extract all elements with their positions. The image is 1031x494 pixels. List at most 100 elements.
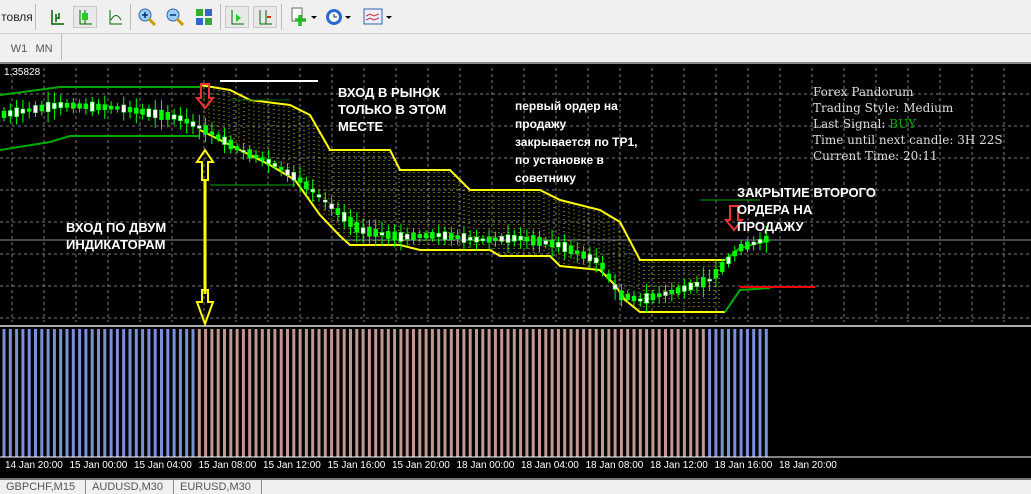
candlestick-icon[interactable] bbox=[73, 6, 97, 28]
candle-body bbox=[190, 121, 196, 127]
timeframe-w1[interactable]: W1 bbox=[8, 38, 30, 60]
tab-audusd[interactable]: AUDUSD,M30 bbox=[86, 480, 174, 494]
candle-body bbox=[694, 281, 700, 287]
timeframe-mn[interactable]: MN bbox=[33, 38, 55, 60]
time-label: 18 Jan 16:00 bbox=[714, 460, 773, 471]
candle-body bbox=[404, 233, 410, 240]
histogram-bar bbox=[727, 329, 730, 457]
histogram-bar bbox=[670, 329, 674, 457]
histogram-bar bbox=[701, 329, 705, 457]
histogram-bar bbox=[84, 329, 88, 457]
price-chart[interactable]: 1.35828 Forex Pandorum Trading Style: Me… bbox=[0, 62, 1031, 478]
chart-shift-icon[interactable] bbox=[225, 6, 249, 28]
candle-body bbox=[493, 237, 498, 241]
down-arrow-icon bbox=[195, 289, 215, 327]
histogram-bar bbox=[380, 329, 384, 457]
candle-body bbox=[701, 277, 706, 288]
candle-body bbox=[146, 108, 152, 118]
candle-body bbox=[33, 105, 38, 114]
bar-chart-icon[interactable] bbox=[45, 6, 69, 28]
candle-body bbox=[656, 293, 662, 298]
tab-eurusd[interactable]: EURUSD,M30 bbox=[174, 480, 262, 494]
toolbar-left-label[interactable]: товля bbox=[0, 6, 34, 28]
time-label: 18 Jan 00:00 bbox=[456, 460, 515, 471]
info-title: Forex Pandorum bbox=[813, 85, 914, 99]
candle-body bbox=[58, 102, 63, 108]
candle-body bbox=[89, 101, 95, 112]
histogram-bar bbox=[191, 329, 195, 457]
tab-gbpchf[interactable]: GBPCHF,M15 bbox=[0, 480, 87, 494]
histogram-bar bbox=[399, 329, 403, 457]
tile-windows-icon[interactable] bbox=[192, 6, 216, 28]
candle-body bbox=[335, 208, 341, 215]
add-indicator-icon[interactable] bbox=[288, 6, 320, 28]
histogram-bar bbox=[122, 329, 126, 457]
candle-body bbox=[587, 254, 593, 262]
histogram-bar bbox=[475, 329, 478, 457]
histogram-bar bbox=[304, 329, 308, 457]
candle-body bbox=[304, 181, 309, 190]
histogram-bar bbox=[531, 329, 535, 457]
histogram-bar bbox=[160, 329, 163, 457]
candle-body bbox=[316, 194, 322, 198]
zoom-out-icon[interactable] bbox=[163, 6, 187, 28]
histogram-bar bbox=[456, 329, 460, 457]
zoom-in-icon[interactable] bbox=[135, 6, 159, 28]
histogram-bar bbox=[462, 329, 466, 457]
histogram-bar bbox=[626, 329, 630, 457]
candle-body bbox=[20, 108, 26, 114]
histogram-bar bbox=[78, 329, 82, 457]
candle-body bbox=[524, 237, 530, 242]
separator bbox=[35, 4, 36, 30]
candle-body bbox=[625, 293, 630, 300]
histogram-bar bbox=[279, 329, 283, 457]
time-label: 15 Jan 12:00 bbox=[263, 460, 321, 471]
histogram-bar bbox=[267, 329, 271, 457]
histogram-bar bbox=[260, 329, 264, 457]
histogram-bar bbox=[676, 329, 680, 457]
info-signal: BUY bbox=[889, 117, 917, 131]
time-label: 15 Jan 04:00 bbox=[134, 460, 192, 471]
autoscroll-icon[interactable] bbox=[253, 6, 277, 28]
candle-body bbox=[348, 217, 353, 227]
periods-icon[interactable] bbox=[324, 6, 354, 28]
histogram-bar bbox=[556, 329, 560, 457]
histogram-bar bbox=[506, 329, 510, 457]
histogram-bar bbox=[632, 329, 636, 457]
candle-body bbox=[423, 233, 429, 239]
histogram-bar bbox=[342, 329, 346, 457]
candle-body bbox=[461, 233, 467, 243]
histogram-bar bbox=[15, 329, 19, 457]
histogram-bar bbox=[638, 329, 642, 457]
price-label: 1.35828 bbox=[4, 67, 41, 78]
histogram-bar bbox=[286, 329, 289, 457]
histogram-bar bbox=[254, 329, 258, 457]
histogram-bar bbox=[708, 329, 712, 457]
histogram-bar bbox=[714, 329, 718, 457]
histogram-bar bbox=[374, 329, 378, 457]
candle-body bbox=[707, 278, 712, 282]
histogram-bar bbox=[292, 329, 296, 457]
histogram-bar bbox=[235, 329, 239, 457]
candle-body bbox=[556, 242, 561, 248]
info-next-candle: Time until next candle: 3H 22S bbox=[813, 133, 1003, 147]
histogram-bar bbox=[588, 329, 592, 457]
histogram-bar bbox=[657, 329, 661, 457]
templates-icon[interactable] bbox=[362, 6, 394, 28]
candle-body bbox=[140, 108, 145, 115]
candle-body bbox=[530, 235, 536, 246]
histogram-bar bbox=[52, 329, 56, 457]
annotation-entry-market: ВХОД В РЫНОК ТОЛЬКО В ЭТОМ МЕСТЕ bbox=[338, 85, 447, 134]
histogram-bar bbox=[758, 329, 762, 457]
histogram-bar bbox=[607, 329, 611, 457]
time-label: 14 Jan 20:00 bbox=[5, 460, 63, 471]
time-label: 18 Jan 08:00 bbox=[585, 460, 644, 471]
histogram-bar bbox=[613, 329, 617, 457]
line-chart-icon[interactable] bbox=[103, 6, 127, 28]
candle-body bbox=[764, 235, 769, 243]
histogram-bar bbox=[544, 329, 548, 457]
candle-body bbox=[486, 236, 492, 243]
info-signal-label: Last Signal: bbox=[813, 117, 886, 131]
histogram-bar bbox=[204, 329, 208, 457]
separator bbox=[281, 4, 282, 30]
